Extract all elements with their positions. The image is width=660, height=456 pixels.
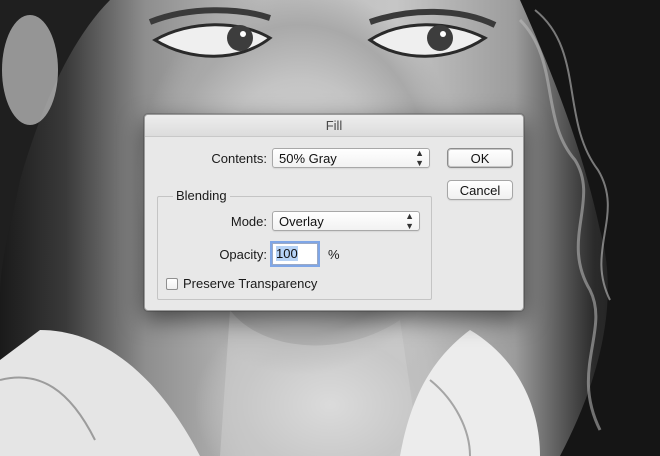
cancel-button[interactable]: Cancel (447, 180, 513, 200)
mode-select[interactable]: Overlay ▲ ▼ (272, 211, 420, 231)
mode-value: Overlay (279, 214, 324, 229)
opacity-label: Opacity: (219, 247, 267, 262)
preserve-transparency-checkbox[interactable] (166, 278, 178, 290)
mode-label: Mode: (230, 214, 267, 229)
opacity-value: 100 (276, 246, 298, 261)
ok-button[interactable]: OK (447, 148, 513, 168)
contents-value: 50% Gray (279, 151, 337, 166)
up-down-chevron-icon: ▲ ▼ (405, 211, 414, 231)
preserve-transparency-label[interactable]: Preserve Transparency (183, 276, 317, 291)
contents-label: Contents: (211, 151, 267, 166)
up-down-chevron-icon: ▲ ▼ (415, 148, 424, 168)
fill-dialog: Fill Contents: 50% Gray ▲ ▼ OK Cancel Ble… (144, 114, 524, 311)
contents-select[interactable]: 50% Gray ▲ ▼ (272, 148, 430, 168)
opacity-unit: % (328, 247, 340, 262)
opacity-input[interactable]: 100 (272, 243, 318, 265)
dialog-title: Fill (145, 115, 523, 137)
blending-group-title: Blending (173, 188, 230, 203)
